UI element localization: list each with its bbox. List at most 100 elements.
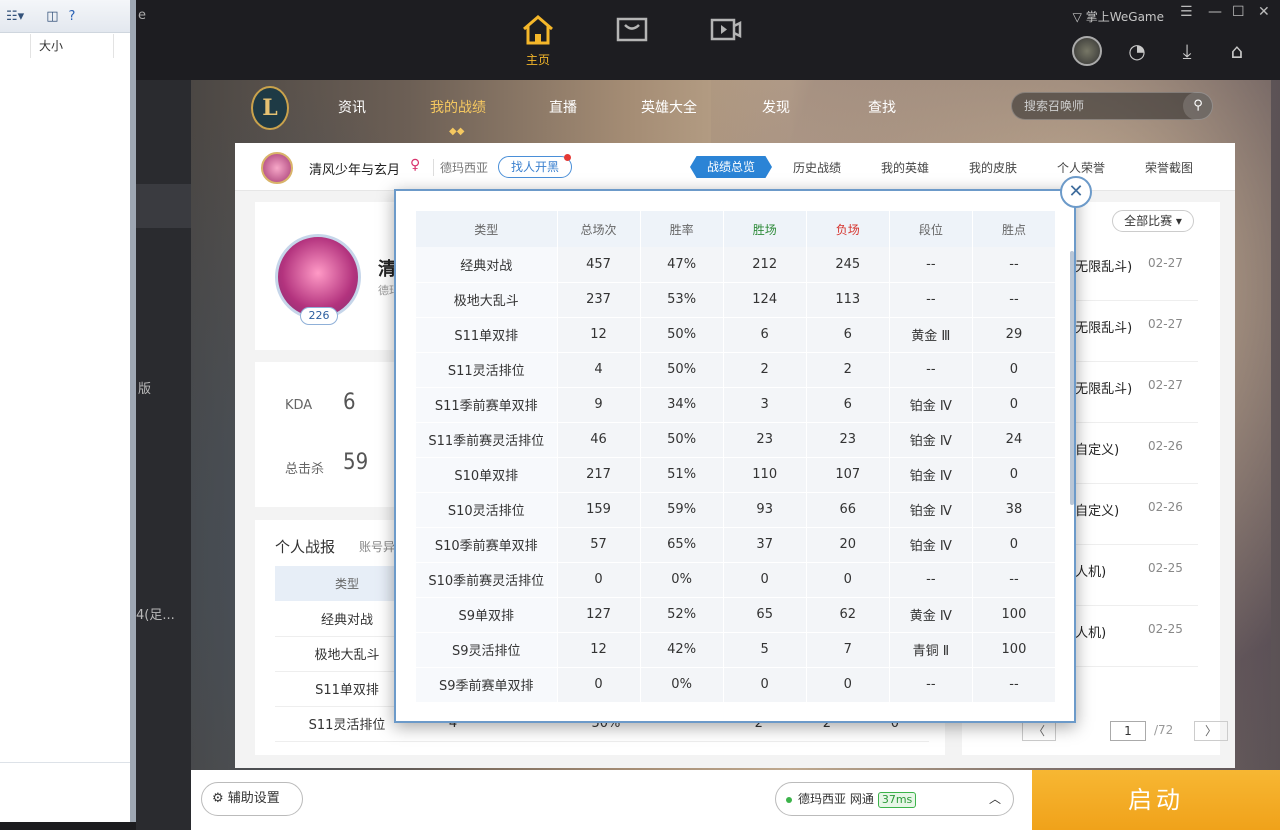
explorer-window: ☷▾ ◫ ? 大小 (0, 0, 136, 822)
preview-pane-icon[interactable]: ◫ (46, 9, 58, 24)
tab-honor[interactable]: 个人荣誉 (1057, 159, 1105, 176)
table-cell: 50% (640, 317, 724, 353)
notification-dot (564, 154, 572, 161)
table-cell: 20 (806, 527, 890, 563)
close-icon[interactable]: ✕ (1060, 176, 1092, 208)
table-cell: 黄金 Ⅳ (889, 597, 973, 633)
table-row[interactable]: 极地大乱斗 237 53% 124 113 -- -- (416, 282, 1056, 318)
minimize-icon[interactable]: — (1208, 4, 1222, 20)
table-row[interactable]: S9季前赛单双排 0 0% 0 0 -- -- (416, 667, 1056, 703)
lol-logo[interactable]: L (251, 86, 289, 130)
table-cell: 23 (723, 422, 807, 458)
table-cell: 66 (806, 492, 890, 528)
table-cell: 65% (640, 527, 724, 563)
table-cell: 极地大乱斗 (416, 282, 558, 318)
find-duo-button[interactable]: 找人开黑 (498, 154, 573, 178)
table-cell: 经典对战 (416, 247, 558, 283)
column-size-header[interactable]: 大小 (30, 34, 114, 58)
nav-live[interactable]: 直播 (549, 97, 577, 117)
voice-icon[interactable]: ◔ (1122, 36, 1152, 66)
help-icon[interactable]: ? (68, 9, 75, 24)
table-cell: 53% (640, 282, 724, 318)
table-cell: S9季前赛单双排 (416, 667, 558, 703)
col-header-losses: 负场 (806, 211, 890, 247)
gift-icon[interactable]: ⌂ (1222, 36, 1252, 66)
avatar[interactable] (261, 152, 293, 184)
tab-history[interactable]: 历史战绩 (793, 159, 841, 176)
prev-page-button[interactable]: 〈 (1022, 721, 1056, 741)
sidebar-item-selected[interactable] (136, 184, 191, 228)
assist-settings-button[interactable]: ⚙ 辅助设置 (201, 782, 303, 816)
stats-table-container: 类型 总场次 胜率 胜场 负场 段位 胜点 经典对战 457 47% 212 245 --… (416, 211, 1056, 703)
match-date: 02-27 (1148, 317, 1183, 331)
store-icon (616, 17, 648, 42)
table-cell: 29 (972, 317, 1056, 353)
sidebar-item-label[interactable]: 版 (138, 378, 151, 397)
nav-news[interactable]: 资讯 (338, 97, 366, 117)
col-header-rank: 段位 (889, 211, 973, 247)
view-list-icon[interactable]: ☷▾ (6, 9, 24, 24)
report-title: 个人战报 (275, 538, 336, 556)
nav-champions[interactable]: 英雄大全 (641, 97, 697, 117)
table-row[interactable]: S11季前赛灵活排位 46 50% 23 23 铂金 Ⅳ 24 (416, 422, 1056, 458)
download-icon[interactable]: ⤓ (1172, 36, 1202, 66)
table-row[interactable]: S11季前赛单双排 9 34% 3 6 铂金 Ⅳ0 (416, 387, 1056, 423)
table-row[interactable]: S11单双排 12 50% 6 6 黄金 Ⅲ 29 (416, 317, 1056, 353)
table-cell: 9 (557, 387, 641, 423)
user-avatar[interactable] (1072, 36, 1102, 66)
table-row[interactable]: S10灵活排位 159 59% 93 66 铂金 Ⅳ 38 (416, 492, 1056, 528)
table-cell: -- (972, 667, 1056, 703)
table-row[interactable]: 经典对战 457 47% 212 245 -- -- (416, 247, 1056, 283)
tab-skins[interactable]: 我的皮肤 (969, 159, 1017, 176)
table-row[interactable]: S9单双排 127 52% 65 62 黄金 Ⅳ 100 (416, 597, 1056, 633)
gear-icon: ⚙ (212, 791, 228, 806)
assist-settings-label: 辅助设置 (227, 791, 280, 806)
table-row[interactable]: S10季前赛灵活排位 0 0% 0 0 -- -- (416, 562, 1056, 598)
match-filter-label: 全部比赛 (1124, 214, 1173, 228)
topbar-left-text: e (138, 8, 146, 23)
launch-button[interactable]: 启动 (1032, 770, 1280, 830)
match-date: 02-26 (1148, 439, 1183, 453)
page-number-input[interactable]: 1 (1110, 721, 1146, 741)
nav-discover[interactable]: 发现 (762, 97, 790, 117)
server-name: 德玛西亚 (433, 159, 488, 176)
table-cell: 65 (723, 597, 807, 633)
store-nav[interactable] (612, 14, 652, 70)
tab-honor-screenshots[interactable]: 荣誉截图 (1145, 159, 1193, 176)
table-cell: 5 (723, 632, 807, 668)
maximize-icon[interactable]: ☐ (1232, 4, 1245, 20)
table-cell: 62 (806, 597, 890, 633)
table-row[interactable]: S10单双排 217 51% 110 107 铂金 Ⅳ0 (416, 457, 1056, 493)
table-cell: 52% (640, 597, 724, 633)
sidebar-item-label[interactable]: 4(足... (136, 604, 175, 623)
nav-my-record[interactable]: 我的战绩 (430, 97, 486, 117)
table-cell: S10单双排 (416, 457, 558, 493)
mobile-wegame-link[interactable]: ▽ 掌上WeGame (1073, 8, 1164, 25)
ping-badge: 37ms (877, 792, 917, 808)
home-nav[interactable]: 主页 (518, 14, 558, 70)
table-cell: 59% (640, 492, 724, 528)
match-filter-dropdown[interactable]: 全部比赛 ▾ (1112, 210, 1194, 232)
server-selector[interactable]: 德玛西亚 网通 37ms ︿ (775, 782, 1014, 816)
table-row[interactable]: S9灵活排位 12 42% 5 7 青铜 Ⅱ 100 (416, 632, 1056, 668)
close-window-icon[interactable]: ✕ (1258, 4, 1270, 20)
tab-overview[interactable]: 战绩总览 (690, 156, 772, 178)
table-row[interactable]: S10季前赛单双排 57 65% 37 20 铂金 Ⅳ0 (416, 527, 1056, 563)
table-cell: 37 (723, 527, 807, 563)
table-cell: 0 (972, 457, 1056, 493)
table-cell: 237 (557, 282, 641, 318)
tab-heroes[interactable]: 我的英雄 (881, 159, 929, 176)
table-cell: 6 (723, 317, 807, 353)
video-icon (710, 18, 742, 41)
nav-search[interactable]: 查找 (868, 97, 896, 117)
table-row[interactable]: S11灵活排位 4 50% 2 2 -- 0 (416, 352, 1056, 388)
menu-icon[interactable]: ☰ (1180, 4, 1193, 20)
table-cell: -- (972, 247, 1056, 283)
next-page-button[interactable]: 〉 (1194, 721, 1228, 741)
table-cell: 217 (557, 457, 641, 493)
table-cell: 2 (723, 352, 807, 388)
col-header-type: 类型 (416, 211, 558, 247)
video-nav[interactable] (706, 14, 746, 70)
modal-scrollbar[interactable] (1070, 251, 1074, 505)
search-icon[interactable]: ⚲ (1183, 92, 1213, 120)
